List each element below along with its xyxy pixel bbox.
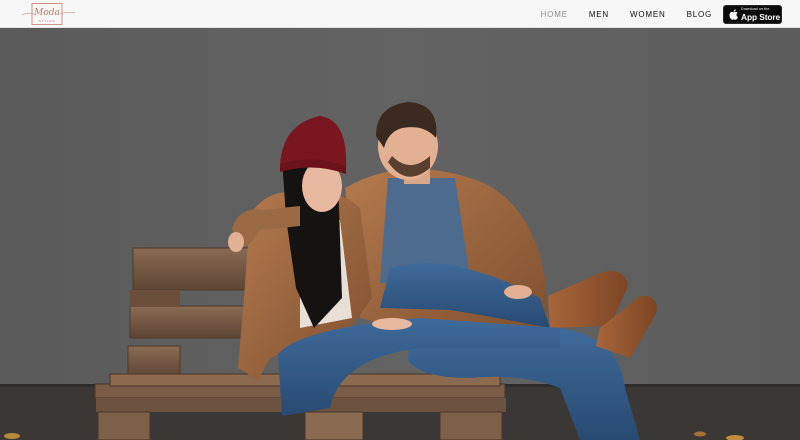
main-nav: HOME MEN WOMEN BLOG: [520, 0, 712, 28]
nav-women[interactable]: WOMEN: [630, 10, 666, 19]
app-store-text: Download on the App Store: [741, 7, 781, 22]
hero-image: [0, 28, 800, 440]
apple-icon: [729, 9, 738, 20]
app-store-button[interactable]: Download on the App Store: [723, 5, 782, 24]
nav-men[interactable]: MEN: [589, 10, 609, 19]
app-store-big-label: App Store: [741, 11, 781, 22]
nav-home[interactable]: HOME: [541, 10, 568, 19]
logo-mark: Moda STYLES: [21, 3, 76, 25]
moda-logo[interactable]: Moda STYLES: [20, 2, 76, 26]
top-navbar: Moda STYLES HOME MEN WOMEN BLOG Download…: [0, 0, 800, 28]
logo-text: Moda: [33, 8, 60, 18]
hero-illustration: [0, 28, 800, 440]
logo-subtext: STYLES: [39, 19, 55, 23]
nav-blog[interactable]: BLOG: [687, 10, 712, 19]
